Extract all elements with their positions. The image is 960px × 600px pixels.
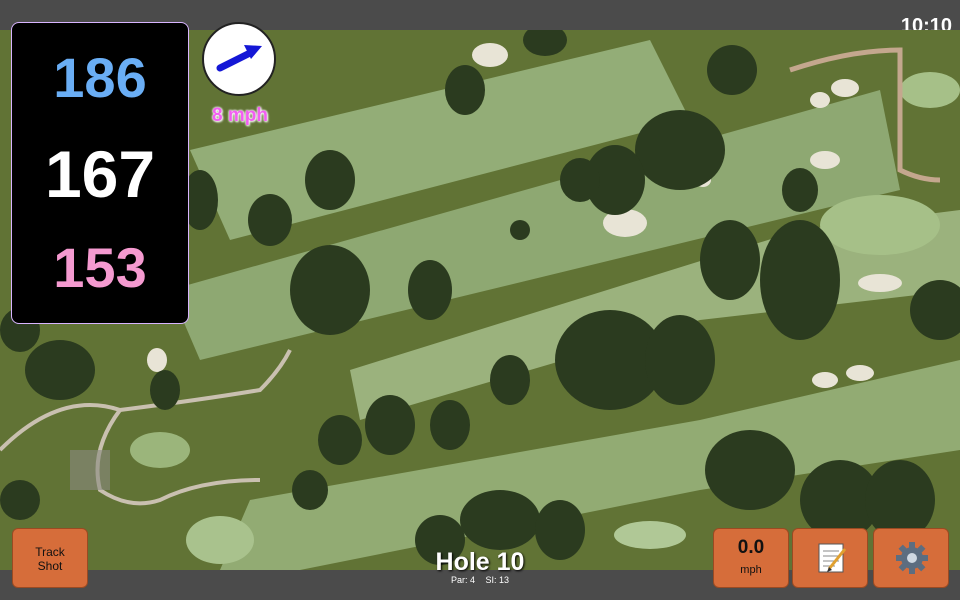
front-yardage: 153 [53,236,147,299]
bunker [472,43,508,67]
track-shot-label-line1: Track [35,545,65,559]
back-yardage: 186 [53,46,147,109]
bunker [831,79,859,97]
middle-yardage: 167 [44,137,156,211]
bunker [846,365,874,381]
green [186,516,254,564]
track-shot-label-line2: Shot [37,559,63,573]
hole-info: Hole 10 Par: 4 SI: 13 [380,548,580,585]
bunker [147,348,167,372]
green [614,521,686,549]
green [900,72,960,108]
green [820,195,940,255]
hole-stroke-index: SI: 13 [485,575,510,585]
wind-speed-unit: mph [740,564,762,576]
track-shot-button[interactable]: Track Shot [12,528,88,588]
wind-speed-value: 0.0 [737,537,765,558]
hole-par: Par: 4 [450,575,475,585]
settings-button[interactable] [873,528,949,588]
notes-button[interactable] [792,528,868,588]
green [130,432,190,468]
hole-title: Hole 10 [435,548,525,576]
bunker [812,372,838,388]
gear-icon [896,542,928,574]
bunker [858,274,902,292]
wind-speed-button[interactable]: 0.0 mph [713,528,789,588]
bunker [810,92,830,108]
wind-direction-indicator [202,22,276,96]
wind-speed-label: 8 mph [212,105,268,126]
clubhouse [70,450,110,490]
arrow-icon [216,45,262,72]
yardage-panel: 186 167 153 [11,22,189,324]
notepad-icon [818,543,847,573]
bunker [810,151,840,169]
hole-details: Par: 4 SI: 13 [380,575,580,585]
